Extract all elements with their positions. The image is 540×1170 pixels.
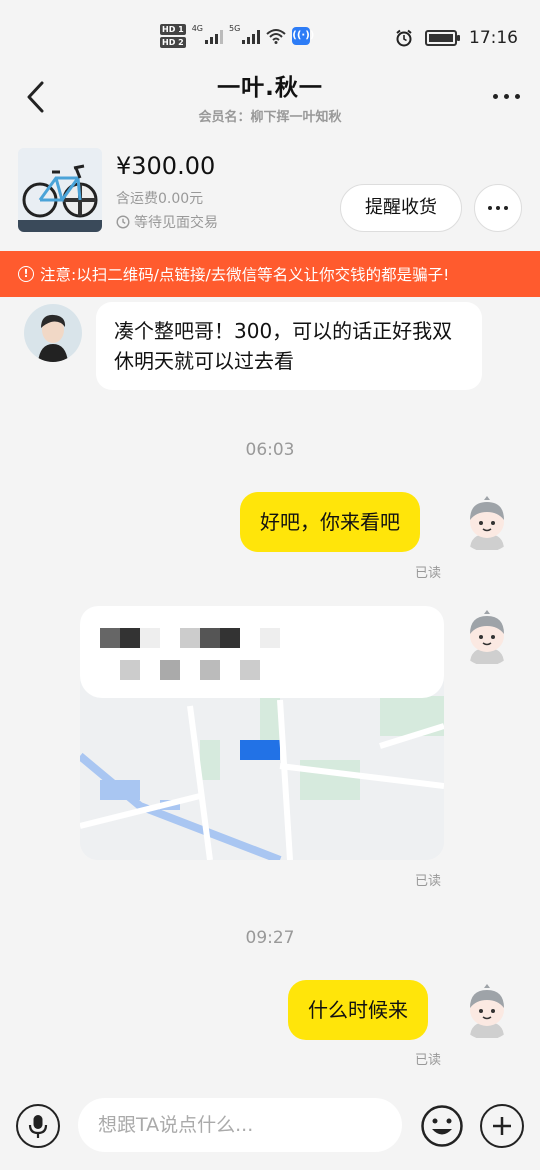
message-text: 好吧，你来看吧	[260, 510, 400, 534]
read-status: 已读	[415, 1053, 442, 1068]
remind-receipt-button[interactable]: 提醒收货	[340, 184, 462, 232]
incoming-message-bubble[interactable]: 凑个整吧哥！300，可以的话正好我双休明天就可以过去看	[96, 302, 482, 390]
self-avatar[interactable]	[458, 982, 516, 1040]
status-right: 17:16	[395, 28, 518, 48]
product-thumbnail[interactable]	[18, 148, 102, 232]
self-avatar-image	[458, 494, 516, 552]
message-text: 什么时候来	[308, 998, 408, 1022]
clock-icon	[116, 215, 130, 229]
message-timestamp: 09:27	[245, 928, 295, 948]
self-avatar[interactable]	[458, 494, 516, 552]
clock-time: 17:16	[469, 28, 518, 48]
read-status: 已读	[415, 566, 442, 581]
hd-badges: HD 1 HD 2	[160, 24, 186, 48]
signal-bars-1-icon	[204, 28, 223, 44]
self-avatar[interactable]	[458, 608, 516, 666]
contact-avatar[interactable]	[24, 304, 82, 362]
product-price: ¥300.00	[116, 152, 216, 180]
more-horizontal-icon[interactable]	[493, 94, 520, 99]
message-input[interactable]: 想跟TA说点什么...	[78, 1098, 402, 1152]
chevron-left-icon[interactable]	[22, 80, 52, 114]
member-name: 会员名：柳下挥一叶知秋	[198, 110, 342, 125]
self-avatar-image	[458, 982, 516, 1040]
deal-status: 等待见面交易	[116, 212, 218, 232]
message-text: 凑个整吧哥！300，可以的话正好我双休明天就可以过去看	[114, 319, 453, 373]
hd1-badge: HD 1	[160, 24, 186, 35]
card-more-icon[interactable]	[474, 184, 522, 232]
contact-avatar-image	[24, 304, 82, 362]
status-bar: HD 1 HD 2 4G 5G ((·)) 17:16	[0, 0, 540, 72]
self-avatar-image	[458, 608, 516, 666]
read-status: 已读	[415, 874, 442, 889]
emoji-smile-icon[interactable]	[420, 1104, 464, 1148]
alarm-clock-icon	[396, 29, 412, 47]
network-type-2: 5G	[228, 24, 241, 33]
microphone-icon[interactable]	[16, 1104, 60, 1148]
location-message-card[interactable]	[80, 606, 444, 860]
alert-circle-icon: !	[18, 266, 34, 282]
wifi-icon	[266, 29, 286, 44]
chat-header: 一叶.秋一 会员名：柳下挥一叶知秋	[0, 64, 540, 134]
outgoing-message-bubble[interactable]: 什么时候来	[288, 980, 428, 1040]
network-type-1: 4G	[191, 24, 203, 33]
hotspot-icon: ((·))	[292, 27, 314, 45]
product-card[interactable]: ¥300.00 含运费0.00元 等待见面交易 提醒收货	[0, 140, 540, 250]
signal-bars-2-icon	[242, 28, 261, 44]
message-timestamp: 06:03	[245, 440, 295, 460]
battery-icon	[425, 30, 460, 46]
outgoing-message-bubble[interactable]: 好吧，你来看吧	[240, 492, 420, 552]
hd2-badge: HD 2	[160, 37, 186, 48]
signal-indicators: HD 1 HD 2 4G 5G ((·))	[160, 24, 314, 48]
deal-status-text: 等待见面交易	[134, 215, 218, 231]
title-block: 一叶.秋一 会员名：柳下挥一叶知秋	[120, 68, 420, 125]
plus-circle-icon[interactable]	[480, 1104, 524, 1148]
shipping-fee: 含运费0.00元	[116, 191, 204, 207]
input-bar: 想跟TA说点什么...	[0, 1090, 540, 1170]
warning-text: 注意:以扫二维码/点链接/去微信等名义让你交钱的都是骗子!	[40, 266, 450, 284]
page-title: 一叶.秋一	[217, 75, 323, 101]
location-title-area	[80, 606, 444, 698]
bicycle-image	[18, 148, 102, 232]
scam-warning-banner: ! 注意:以扫二维码/点链接/去微信等名义让你交钱的都是骗子!	[0, 251, 540, 297]
